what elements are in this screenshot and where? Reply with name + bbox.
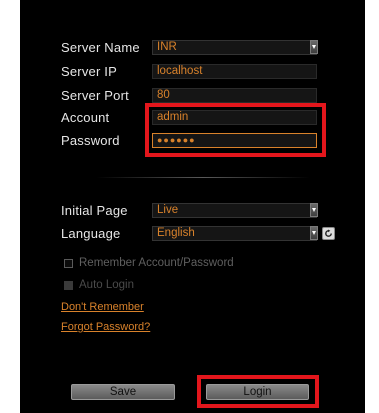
server-ip-input[interactable]: localhost	[152, 64, 317, 79]
chevron-down-icon[interactable]	[310, 40, 318, 54]
auto-login-checkbox[interactable]	[64, 281, 73, 290]
server-port-input[interactable]: 80	[152, 88, 317, 103]
server-port-label: Server Port	[61, 88, 129, 103]
remember-checkbox[interactable]	[64, 259, 73, 268]
forgot-password-link[interactable]: Forgot Password?	[61, 321, 150, 333]
chevron-down-icon[interactable]	[310, 203, 318, 217]
remember-label: Remember Account/Password	[79, 257, 234, 269]
login-button-highlight	[197, 375, 319, 408]
language-label: Language	[61, 226, 121, 241]
server-ip-label: Server IP	[61, 64, 117, 79]
server-name-label: Server Name	[61, 40, 140, 55]
dont-remember-link[interactable]: Don't Remember	[61, 301, 144, 313]
login-panel: Server Name INR Server IP localhost Serv…	[20, 0, 365, 413]
auto-login-label: Auto Login	[79, 279, 134, 291]
refresh-icon[interactable]	[322, 227, 335, 240]
chevron-down-icon[interactable]	[310, 226, 318, 240]
language-select[interactable]: English	[152, 226, 317, 241]
password-label: Password	[61, 133, 120, 148]
server-name-select[interactable]: INR	[152, 40, 317, 55]
account-password-highlight	[145, 103, 326, 157]
initial-page-label: Initial Page	[61, 203, 128, 218]
section-divider	[96, 177, 310, 178]
initial-page-select[interactable]: Live	[152, 203, 317, 218]
account-label: Account	[61, 110, 110, 125]
save-button[interactable]: Save	[71, 384, 175, 400]
